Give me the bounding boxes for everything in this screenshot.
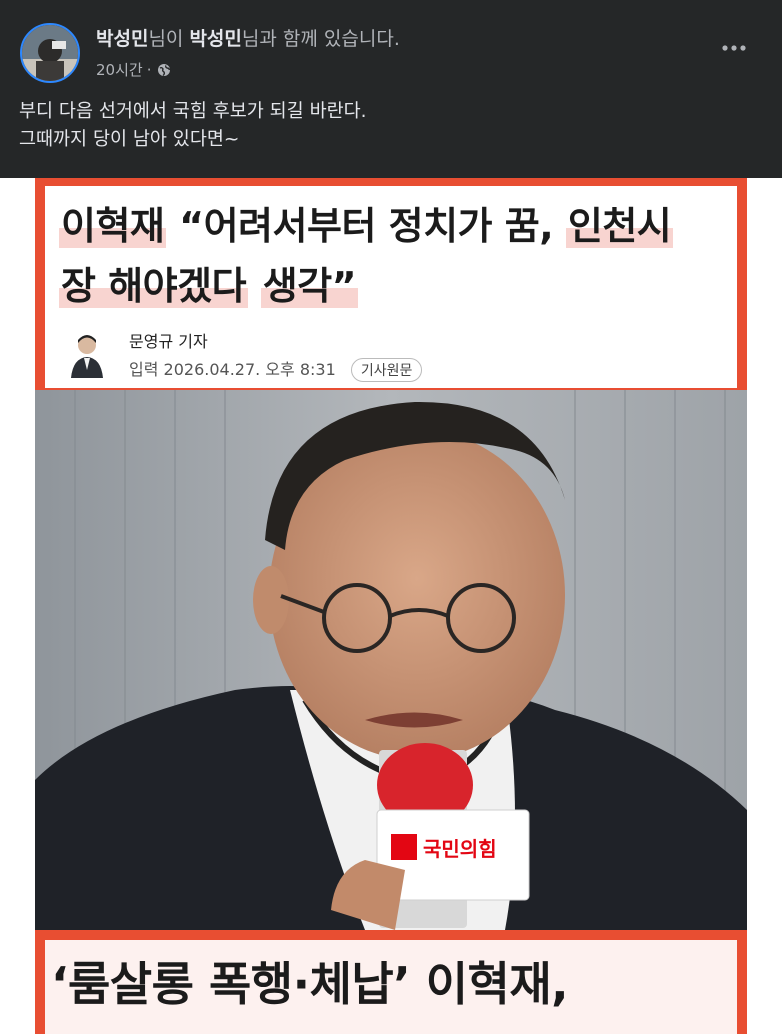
- news-photo: 국민의힘: [35, 390, 747, 930]
- article-date: 입력 2026.04.27. 오후 8:31 기사원문: [129, 356, 423, 382]
- original-article-badge[interactable]: 기사원문: [350, 358, 423, 382]
- globe-icon: [157, 63, 171, 77]
- post-body: 부디 다음 선거에서 국힘 후보가 되길 바란다. 그때까지 당이 남아 있다면…: [19, 98, 367, 154]
- headline-part-2: 인천시: [565, 204, 674, 248]
- post-body-line-2: 그때까지 당이 남아 있다면~: [19, 129, 240, 150]
- bottom-headline-box: ‘룸살롱 폭행·체납’ 이혁재,: [45, 940, 737, 1034]
- headline-line-2: 장 해야겠다 생각”: [59, 256, 673, 316]
- meta-separator: ·: [146, 60, 152, 79]
- post-body-line-1: 부디 다음 선거에서 국힘 후보가 되길 바란다.: [19, 101, 367, 122]
- author-avatar[interactable]: [20, 23, 80, 83]
- post-header: 박성민님이 박성민님과 함께 있습니다. 20시간 · 부디 다음 선거에서 국…: [0, 0, 782, 178]
- post-image[interactable]: 이혁재 “어려서부터 정치가 꿈, 인천시 장 해야겠다 생각” 문영규 기자 …: [0, 178, 782, 1034]
- article-headline-box: 이혁재 “어려서부터 정치가 꿈, 인천시 장 해야겠다 생각” 문영규 기자 …: [45, 186, 737, 388]
- reporter-name: 문영규 기자: [129, 332, 208, 351]
- post-time[interactable]: 20시간: [96, 59, 143, 80]
- article-date-text: 입력 2026.04.27. 오후 8:31: [129, 360, 336, 379]
- headline-name: 이혁재: [59, 204, 167, 248]
- reporter-photo: [67, 330, 107, 378]
- headline-line-2b: 생각”: [260, 264, 359, 308]
- more-options-icon[interactable]: [720, 36, 748, 60]
- article-headline: 이혁재 “어려서부터 정치가 꿈, 인천시 장 해야겠다 생각”: [59, 196, 674, 316]
- tagged-suffix: 님과 함께 있습니다.: [241, 28, 400, 50]
- post-author-line: 박성민님이 박성민님과 함께 있습니다.: [96, 24, 400, 51]
- author-suffix: 님이: [148, 28, 190, 50]
- headline-line-1: 이혁재 “어려서부터 정치가 꿈, 인천시: [59, 196, 674, 256]
- author-name[interactable]: 박성민: [96, 28, 148, 50]
- tagged-name[interactable]: 박성민: [189, 28, 241, 50]
- headline-line-2a: 장 해야겠다: [59, 264, 249, 308]
- bottom-headline: ‘룸살롱 폭행·체납’ 이혁재,: [51, 957, 569, 1011]
- mic-label: 국민의힘: [423, 837, 497, 861]
- headline-part-1: “어려서부터 정치가 꿈,: [179, 204, 554, 248]
- article-image-frame: 이혁재 “어려서부터 정치가 꿈, 인천시 장 해야겠다 생각” 문영규 기자 …: [35, 178, 747, 1034]
- post-meta: 20시간 ·: [96, 59, 171, 80]
